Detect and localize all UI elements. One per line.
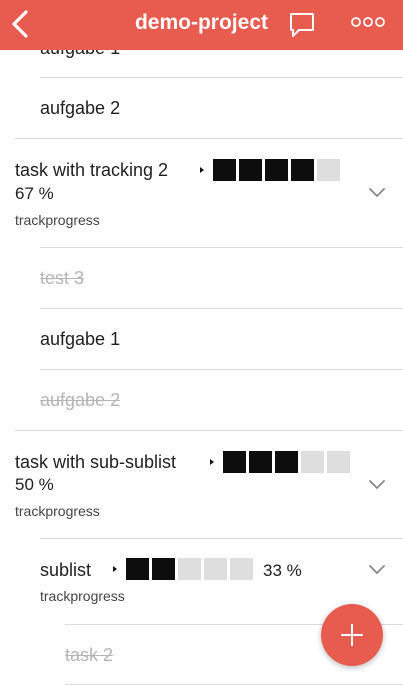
tracking-task-title[interactable]: task with sub-sublist: [15, 452, 176, 473]
divider: [40, 538, 403, 539]
chevron-down-icon[interactable]: [368, 563, 386, 575]
play-triangle-icon: [210, 459, 214, 465]
divider: [40, 369, 403, 370]
play-triangle-icon: [200, 167, 204, 173]
divider: [65, 684, 403, 685]
progress-bar: [200, 159, 343, 181]
tracking-task-title[interactable]: sublist: [40, 560, 91, 581]
progress-percent: 50 %: [15, 475, 54, 494]
page-title: demo-project: [134, 11, 268, 34]
chevron-left-icon[interactable]: [8, 8, 34, 40]
progress-percent: 67 %: [15, 184, 54, 203]
task-list[interactable]: aufgabe 1 aufgabe 2 task with tracking 2…: [0, 50, 403, 686]
add-task-button[interactable]: [321, 604, 383, 666]
progress-bar: [113, 558, 256, 580]
divider: [40, 247, 403, 248]
progress-segment: [327, 451, 350, 473]
chevron-down-icon[interactable]: [368, 186, 386, 198]
progress-segment: [275, 451, 298, 473]
task-sublabel: trackprogress: [15, 212, 100, 228]
list-item[interactable]: aufgabe 1: [40, 329, 120, 350]
list-item[interactable]: test 3: [40, 268, 84, 289]
tracking-task-title[interactable]: task with tracking 2: [15, 160, 168, 181]
list-item[interactable]: aufgabe 2: [40, 390, 120, 411]
progress-bar: [210, 451, 353, 473]
more-dots-icon[interactable]: [350, 14, 386, 30]
task-sublabel: trackprogress: [40, 588, 125, 604]
progress-segment: [301, 451, 324, 473]
navigation-bar: demo-project: [0, 0, 403, 50]
list-item[interactable]: aufgabe 2: [40, 98, 120, 119]
list-item[interactable]: aufgabe 1: [40, 50, 120, 59]
progress-segment: [265, 159, 288, 181]
chat-bubble-icon[interactable]: [288, 12, 316, 38]
divider: [40, 308, 403, 309]
progress-segment: [249, 451, 272, 473]
progress-segment: [178, 558, 201, 580]
progress-segment: [223, 451, 246, 473]
progress-segment: [317, 159, 340, 181]
divider: [15, 430, 403, 431]
play-triangle-icon: [113, 566, 117, 572]
progress-segment: [152, 558, 175, 580]
progress-segment: [239, 159, 262, 181]
progress-segment: [213, 159, 236, 181]
progress-segment: [230, 558, 253, 580]
task-sublabel: trackprogress: [15, 503, 100, 519]
progress-segment: [291, 159, 314, 181]
chevron-down-icon[interactable]: [368, 478, 386, 490]
progress-segment: [126, 558, 149, 580]
progress-percent: 33 %: [263, 561, 302, 580]
progress-segment: [204, 558, 227, 580]
list-item[interactable]: task 2: [65, 645, 113, 666]
divider: [15, 138, 403, 139]
divider: [40, 77, 403, 78]
